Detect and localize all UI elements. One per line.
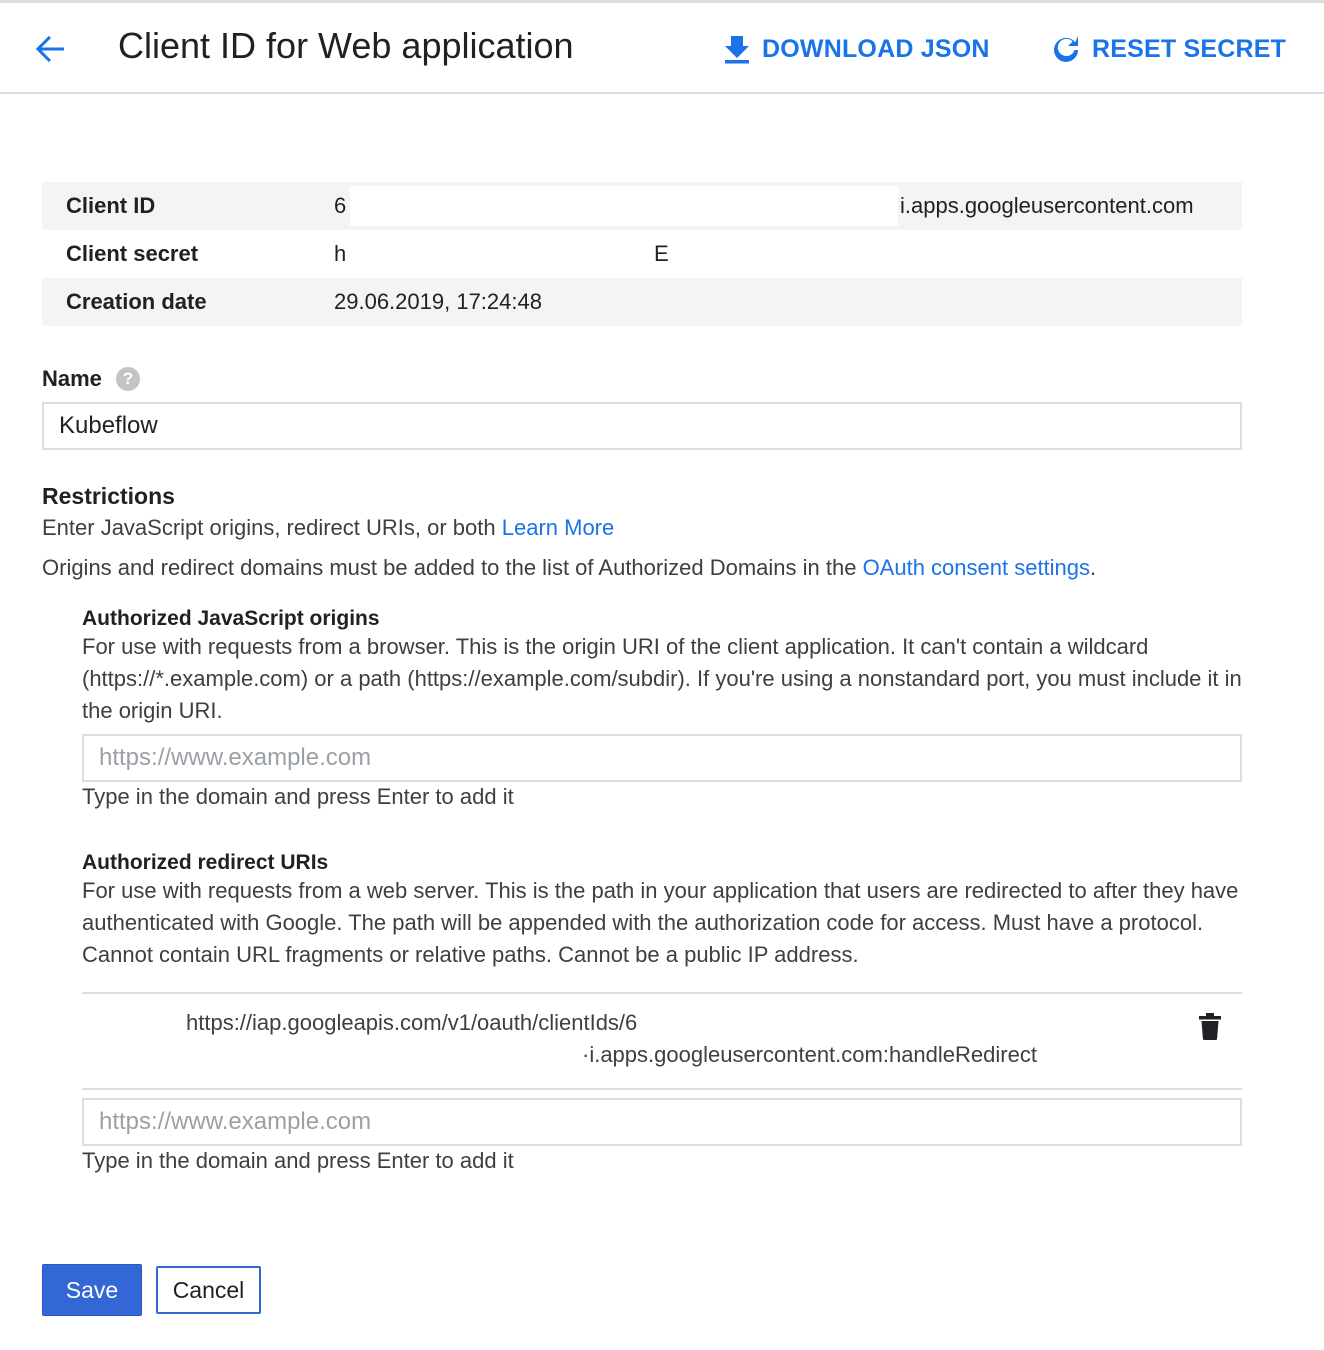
restrictions-description-text: Enter JavaScript origins, redirect URIs,… [42,515,502,540]
creation-date-label: Creation date [66,289,207,314]
redirect-uri-input[interactable] [82,1098,1242,1146]
creation-date-text: 29.06.2019, 17:24:48 [334,289,542,314]
cancel-button[interactable]: Cancel [156,1266,261,1314]
restrictions-title: Restrictions [42,483,175,509]
redirect-uri-text-line1: https://iap.googleapis.com/v1/oauth/clie… [186,1010,638,1035]
client-id-start: 6 [334,193,347,218]
authorized-domains-note: Origins and redirect domains must be add… [42,552,1096,584]
redirect-uris-title: Authorized redirect URIs [82,851,329,874]
redirect-uri-text-line2: ·i.apps.googleusercontent.com:handleRedi… [582,1042,1037,1067]
creation-date-row: Creation date 29.06.2019, 17:24:48 [42,278,1242,326]
client-secret-row: Client secret h E [42,230,1242,278]
redirect-uris-description: For use with requests from a web server.… [82,878,1239,967]
client-secret-start: h [334,241,347,266]
name-label-text: Name [42,366,102,391]
reset-secret-button[interactable]: RESET SECRET [1050,31,1286,67]
restrictions-description: Enter JavaScript origins, redirect URIs,… [42,512,614,544]
redirect-uri-hint: Type in the domain and press Enter to ad… [82,1148,514,1173]
authorized-domains-note-text: Origins and redirect domains must be add… [42,555,863,580]
client-secret-label: Client secret [66,241,199,266]
help-icon[interactable]: ? [115,367,140,391]
client-id-row: Client ID 6 i.apps.googleusercontent.com [42,182,1242,230]
download-icon [725,36,749,64]
authorized-domains-note-end: . [1090,555,1097,580]
save-button[interactable]: Save [42,1264,142,1316]
client-secret-value[interactable]: h E [334,230,1242,278]
client-id-end: i.apps.googleusercontent.com [900,193,1194,218]
redaction-block [350,186,898,226]
js-origins-description: For use with requests from a browser. Th… [82,634,1242,723]
js-origins-input[interactable] [82,734,1242,782]
download-json-label: DOWNLOAD JSON [762,34,990,63]
js-origins-hint: Type in the domain and press Enter to ad… [82,784,514,809]
client-secret-end: E [654,241,669,266]
download-json-button[interactable]: DOWNLOAD JSON [722,31,990,67]
oauth-consent-settings-link[interactable]: OAuth consent settings [863,555,1090,580]
name-input[interactable] [42,402,1242,450]
reset-secret-label: RESET SECRET [1092,34,1287,63]
client-id-label: Client ID [66,193,156,218]
name-label: Name ? [42,366,140,392]
page-title: Client ID for Web application [118,25,574,66]
top-bar: Client ID for Web application DOWNLOAD J… [0,0,1324,94]
client-id-value[interactable]: 6 i.apps.googleusercontent.com [334,182,1242,230]
learn-more-link[interactable]: Learn More [502,515,615,540]
refresh-icon [1054,36,1078,62]
js-origins-title: Authorized JavaScript origins [82,607,380,630]
back-arrow-icon[interactable] [30,29,70,69]
redirect-uri-item[interactable]: https://iap.googleapis.com/v1/oauth/clie… [82,992,1242,1090]
creation-date-value: 29.06.2019, 17:24:48 [334,278,1242,326]
client-info-table: Client ID 6 i.apps.googleusercontent.com… [42,182,1242,326]
trash-icon [1199,1013,1221,1040]
delete-uri-button[interactable] [1198,1012,1222,1040]
